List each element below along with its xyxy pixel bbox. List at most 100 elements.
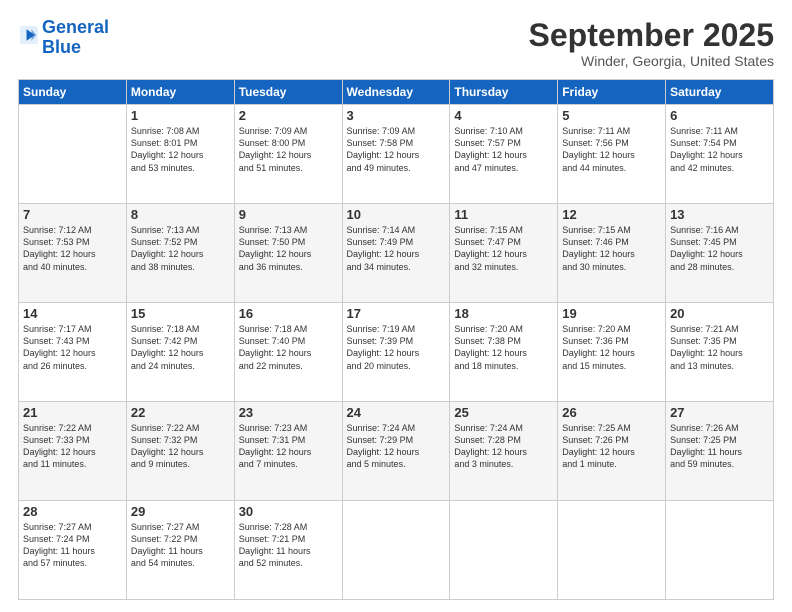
day-info: Sunrise: 7:16 AM Sunset: 7:45 PM Dayligh… [670,224,769,273]
calendar-cell [342,501,450,600]
day-info: Sunrise: 7:24 AM Sunset: 7:28 PM Dayligh… [454,422,553,471]
subtitle: Winder, Georgia, United States [529,53,774,69]
day-info: Sunrise: 7:11 AM Sunset: 7:56 PM Dayligh… [562,125,661,174]
calendar-cell: 21 Sunrise: 7:22 AM Sunset: 7:33 PM Dayli… [19,402,127,501]
calendar-cell: 28Sunrise: 7:27 AM Sunset: 7:24 PM Dayli… [19,501,127,600]
calendar-cell: 14 Sunrise: 7:17 AM Sunset: 7:43 PM Dayli… [19,303,127,402]
calendar-cell: 24 Sunrise: 7:24 AM Sunset: 7:29 PM Dayli… [342,402,450,501]
calendar-cell: 8Sunrise: 7:13 AM Sunset: 7:52 PM Daylig… [126,204,234,303]
day-number: 23 [239,405,338,420]
day-info: Sunrise: 7:12 AM Sunset: 7:53 PM Dayligh… [23,224,122,273]
day-number: 15 [131,306,230,321]
day-number: 19 [562,306,661,321]
calendar-cell: 4 Sunrise: 7:10 AM Sunset: 7:57 PM Daylig… [450,105,558,204]
calendar-weekday-header: Saturday [666,80,774,105]
calendar-cell: 30 Sunrise: 7:28 AM Sunset: 7:21 PM Dayli… [234,501,342,600]
calendar-weekday-header: Friday [558,80,666,105]
day-number: 4 [454,108,553,123]
day-info: Sunrise: 7:24 AM Sunset: 7:29 PM Dayligh… [347,422,446,471]
day-number: 13 [670,207,769,222]
calendar-table: SundayMondayTuesdayWednesdayThursdayFrid… [18,79,774,600]
calendar-cell: 17 Sunrise: 7:19 AM Sunset: 7:39 PM Dayli… [342,303,450,402]
day-info: Sunrise: 7:23 AM Sunset: 7:31 PM Dayligh… [239,422,338,471]
header: General Blue September 2025 Winder, Geor… [18,18,774,69]
calendar-cell: 11 Sunrise: 7:15 AM Sunset: 7:47 PM Dayli… [450,204,558,303]
day-info: Sunrise: 7:28 AM Sunset: 7:21 PM Dayligh… [239,521,338,570]
day-number: 5 [562,108,661,123]
logo: General Blue [18,18,109,58]
day-number: 12 [562,207,661,222]
calendar-cell: 13 Sunrise: 7:16 AM Sunset: 7:45 PM Dayli… [666,204,774,303]
calendar-week-row: 28Sunrise: 7:27 AM Sunset: 7:24 PM Dayli… [19,501,774,600]
calendar-cell: 18 Sunrise: 7:20 AM Sunset: 7:38 PM Dayli… [450,303,558,402]
day-info: Sunrise: 7:25 AM Sunset: 7:26 PM Dayligh… [562,422,661,471]
day-info: Sunrise: 7:20 AM Sunset: 7:38 PM Dayligh… [454,323,553,372]
day-number: 11 [454,207,553,222]
day-info: Sunrise: 7:21 AM Sunset: 7:35 PM Dayligh… [670,323,769,372]
calendar-week-row: 7 Sunrise: 7:12 AM Sunset: 7:53 PM Daylig… [19,204,774,303]
day-info: Sunrise: 7:09 AM Sunset: 8:00 PM Dayligh… [239,125,338,174]
day-number: 30 [239,504,338,519]
day-number: 20 [670,306,769,321]
day-info: Sunrise: 7:14 AM Sunset: 7:49 PM Dayligh… [347,224,446,273]
calendar-cell: 19 Sunrise: 7:20 AM Sunset: 7:36 PM Dayli… [558,303,666,402]
calendar-header-row: SundayMondayTuesdayWednesdayThursdayFrid… [19,80,774,105]
day-number: 1 [131,108,230,123]
day-number: 10 [347,207,446,222]
day-number: 21 [23,405,122,420]
calendar-cell: 15 Sunrise: 7:18 AM Sunset: 7:42 PM Dayli… [126,303,234,402]
day-info: Sunrise: 7:27 AM Sunset: 7:22 PM Dayligh… [131,521,230,570]
calendar-cell: 29 Sunrise: 7:27 AM Sunset: 7:22 PM Dayli… [126,501,234,600]
day-number: 2 [239,108,338,123]
day-info: Sunrise: 7:27 AM Sunset: 7:24 PM Dayligh… [23,521,122,570]
day-info: Sunrise: 7:08 AM Sunset: 8:01 PM Dayligh… [131,125,230,174]
calendar-week-row: 14 Sunrise: 7:17 AM Sunset: 7:43 PM Dayli… [19,303,774,402]
calendar-weekday-header: Tuesday [234,80,342,105]
day-number: 18 [454,306,553,321]
day-info: Sunrise: 7:13 AM Sunset: 7:52 PM Dayligh… [131,224,230,273]
day-info: Sunrise: 7:22 AM Sunset: 7:32 PM Dayligh… [131,422,230,471]
calendar-cell: 6 Sunrise: 7:11 AM Sunset: 7:54 PM Daylig… [666,105,774,204]
day-info: Sunrise: 7:22 AM Sunset: 7:33 PM Dayligh… [23,422,122,471]
day-number: 9 [239,207,338,222]
day-info: Sunrise: 7:11 AM Sunset: 7:54 PM Dayligh… [670,125,769,174]
logo-text: General Blue [42,18,109,58]
calendar-weekday-header: Sunday [19,80,127,105]
logo-icon [20,26,38,44]
calendar-cell: 9 Sunrise: 7:13 AM Sunset: 7:50 PM Daylig… [234,204,342,303]
calendar-cell: 23 Sunrise: 7:23 AM Sunset: 7:31 PM Dayli… [234,402,342,501]
day-info: Sunrise: 7:10 AM Sunset: 7:57 PM Dayligh… [454,125,553,174]
day-info: Sunrise: 7:20 AM Sunset: 7:36 PM Dayligh… [562,323,661,372]
calendar-weekday-header: Wednesday [342,80,450,105]
calendar-cell: 5 Sunrise: 7:11 AM Sunset: 7:56 PM Daylig… [558,105,666,204]
calendar-weekday-header: Monday [126,80,234,105]
day-number: 22 [131,405,230,420]
day-number: 7 [23,207,122,222]
calendar-cell: 25 Sunrise: 7:24 AM Sunset: 7:28 PM Dayli… [450,402,558,501]
calendar-cell [558,501,666,600]
calendar-weekday-header: Thursday [450,80,558,105]
calendar-cell: 16Sunrise: 7:18 AM Sunset: 7:40 PM Dayli… [234,303,342,402]
day-info: Sunrise: 7:18 AM Sunset: 7:40 PM Dayligh… [239,323,338,372]
calendar-cell: 12Sunrise: 7:15 AM Sunset: 7:46 PM Dayli… [558,204,666,303]
day-info: Sunrise: 7:15 AM Sunset: 7:47 PM Dayligh… [454,224,553,273]
day-info: Sunrise: 7:26 AM Sunset: 7:25 PM Dayligh… [670,422,769,471]
calendar-body: 1 Sunrise: 7:08 AM Sunset: 8:01 PM Daylig… [19,105,774,600]
day-number: 25 [454,405,553,420]
calendar-cell: 20 Sunrise: 7:21 AM Sunset: 7:35 PM Dayli… [666,303,774,402]
day-info: Sunrise: 7:13 AM Sunset: 7:50 PM Dayligh… [239,224,338,273]
day-number: 6 [670,108,769,123]
day-number: 29 [131,504,230,519]
day-number: 14 [23,306,122,321]
calendar-cell [19,105,127,204]
day-info: Sunrise: 7:18 AM Sunset: 7:42 PM Dayligh… [131,323,230,372]
calendar-cell [666,501,774,600]
day-info: Sunrise: 7:17 AM Sunset: 7:43 PM Dayligh… [23,323,122,372]
main-title: September 2025 [529,18,774,53]
day-info: Sunrise: 7:19 AM Sunset: 7:39 PM Dayligh… [347,323,446,372]
calendar-week-row: 1 Sunrise: 7:08 AM Sunset: 8:01 PM Daylig… [19,105,774,204]
calendar-week-row: 21 Sunrise: 7:22 AM Sunset: 7:33 PM Dayli… [19,402,774,501]
day-number: 24 [347,405,446,420]
day-number: 17 [347,306,446,321]
calendar-cell [450,501,558,600]
